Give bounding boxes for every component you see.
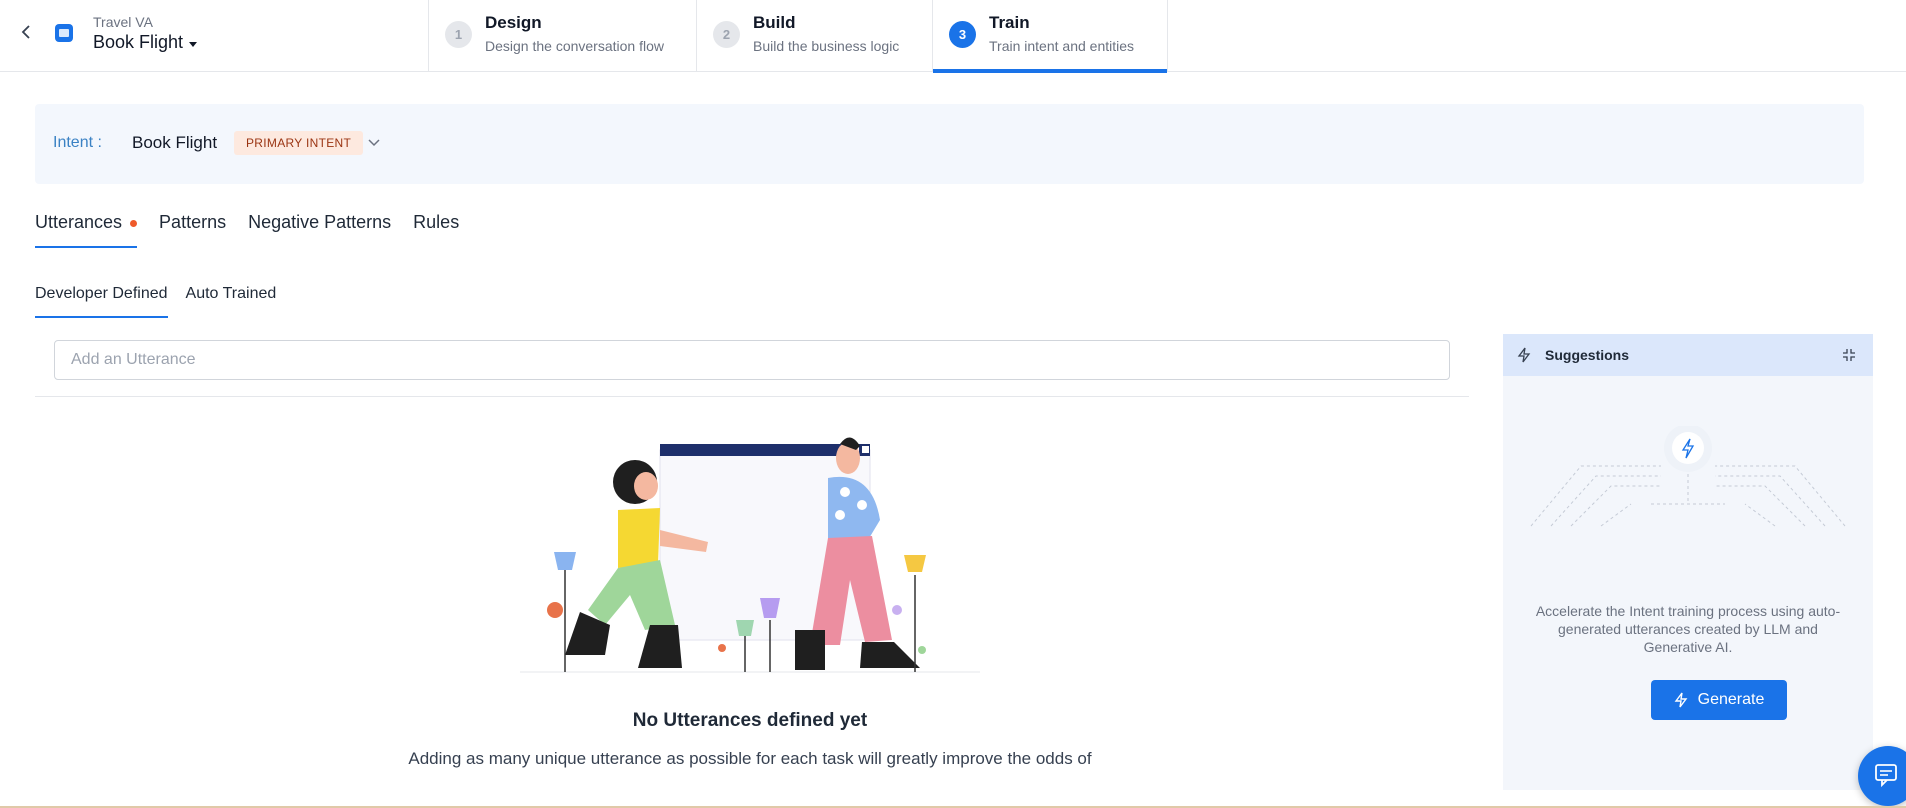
step-train[interactable]: 3 Train Train intent and entities [932,0,1168,73]
step-number: 2 [713,21,740,48]
chat-button[interactable] [1858,746,1906,806]
step-title: Build [753,13,796,32]
tab-negative-patterns[interactable]: Negative Patterns [248,212,391,248]
tab-label: Negative Patterns [248,212,392,232]
step-number: 3 [949,21,976,48]
app-subtitle: Travel VA [93,14,153,30]
tab-label: Rules [413,212,460,232]
subtab-developer-defined[interactable]: Developer Defined [35,285,168,318]
ai-network-illustration [1530,426,1846,527]
add-utterance-input[interactable] [54,340,1450,380]
generate-button-label: Generate [1697,691,1765,708]
top-bar: Travel VA Book Flight 1 Design Design th… [0,0,1906,73]
tab-patterns[interactable]: Patterns [159,212,226,248]
step-description: Train intent and entities [989,38,1135,54]
chevron-down-icon[interactable] [366,134,382,150]
primary-intent-badge: PRIMARY INTENT [234,131,364,155]
utterance-subtabs: Developer Defined Auto Trained [35,285,276,318]
step-description: Design the conversation flow [485,38,664,54]
app-name: Book Flight [93,32,184,52]
step-build[interactable]: 2 Build Build the business logic [696,0,932,72]
step-design[interactable]: 1 Design Design the conversation flow [428,0,696,72]
app-selector[interactable]: Travel VA Book Flight [93,14,198,54]
empty-state-illustration [520,437,980,673]
caret-down-icon [189,41,198,47]
tab-label: Utterances [35,212,123,232]
generate-button[interactable]: Generate [1651,680,1787,720]
unsaved-dot-icon [130,220,138,227]
step-title: Train [989,13,1030,32]
divider [35,396,1469,397]
empty-state-description: Adding as many unique utterance as possi… [408,749,1092,768]
tab-utterances[interactable]: Utterances [35,212,138,248]
empty-state-title: No Utterances defined yet [632,710,868,731]
lightning-icon [1517,347,1531,363]
app-name-dropdown[interactable]: Book Flight [93,30,198,54]
intent-bar: Intent : Book Flight PRIMARY INTENT [35,104,1864,184]
suggestions-header: Suggestions [1503,334,1873,376]
step-number: 1 [445,21,472,48]
suggestions-panel: Suggestions Accelerate the Intent traini… [1503,334,1873,790]
intent-name: Book Flight [132,133,218,152]
subtab-auto-trained[interactable]: Auto Trained [186,285,277,318]
collapse-icon[interactable] [1841,347,1857,363]
bot-app-icon [55,24,73,42]
step-description: Build the business logic [753,38,900,54]
intent-label: Intent : [53,134,102,151]
suggestions-title: Suggestions [1545,347,1630,363]
tab-label: Patterns [159,212,227,232]
suggestions-description: Accelerate the Intent training process u… [1535,603,1841,655]
chat-icon [1875,764,1897,788]
lightning-icon [1674,692,1688,708]
tab-rules[interactable]: Rules [413,212,459,248]
step-title: Design [485,13,542,32]
intent-tabs: Utterances Patterns Negative Patterns Ru… [35,212,459,248]
back-chevron-icon[interactable] [16,20,36,44]
